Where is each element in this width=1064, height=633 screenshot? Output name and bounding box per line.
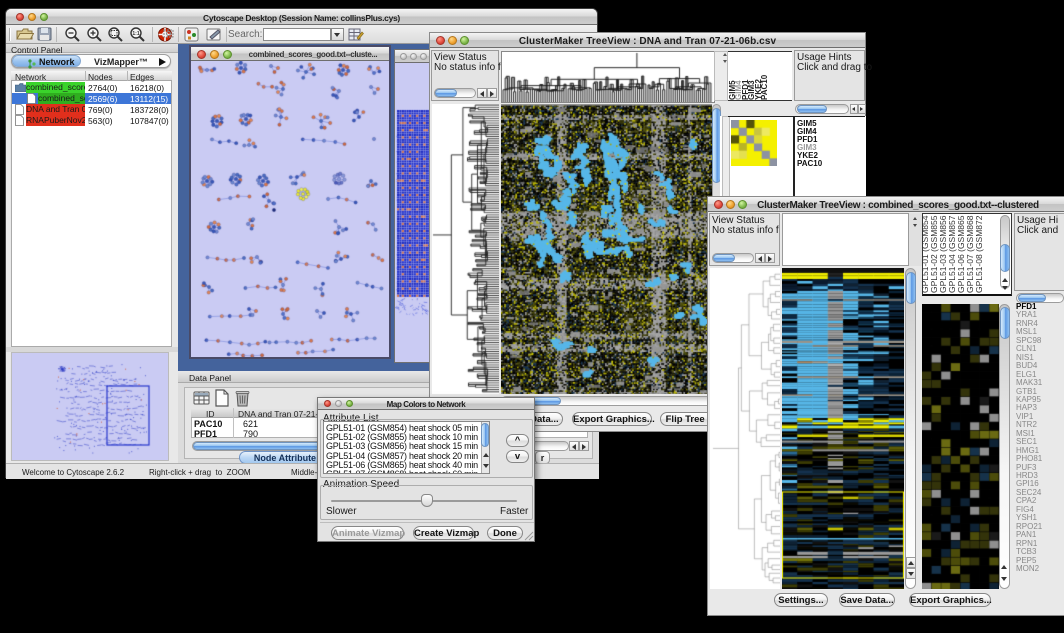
svg-text:1:1: 1:1 [132,31,139,37]
